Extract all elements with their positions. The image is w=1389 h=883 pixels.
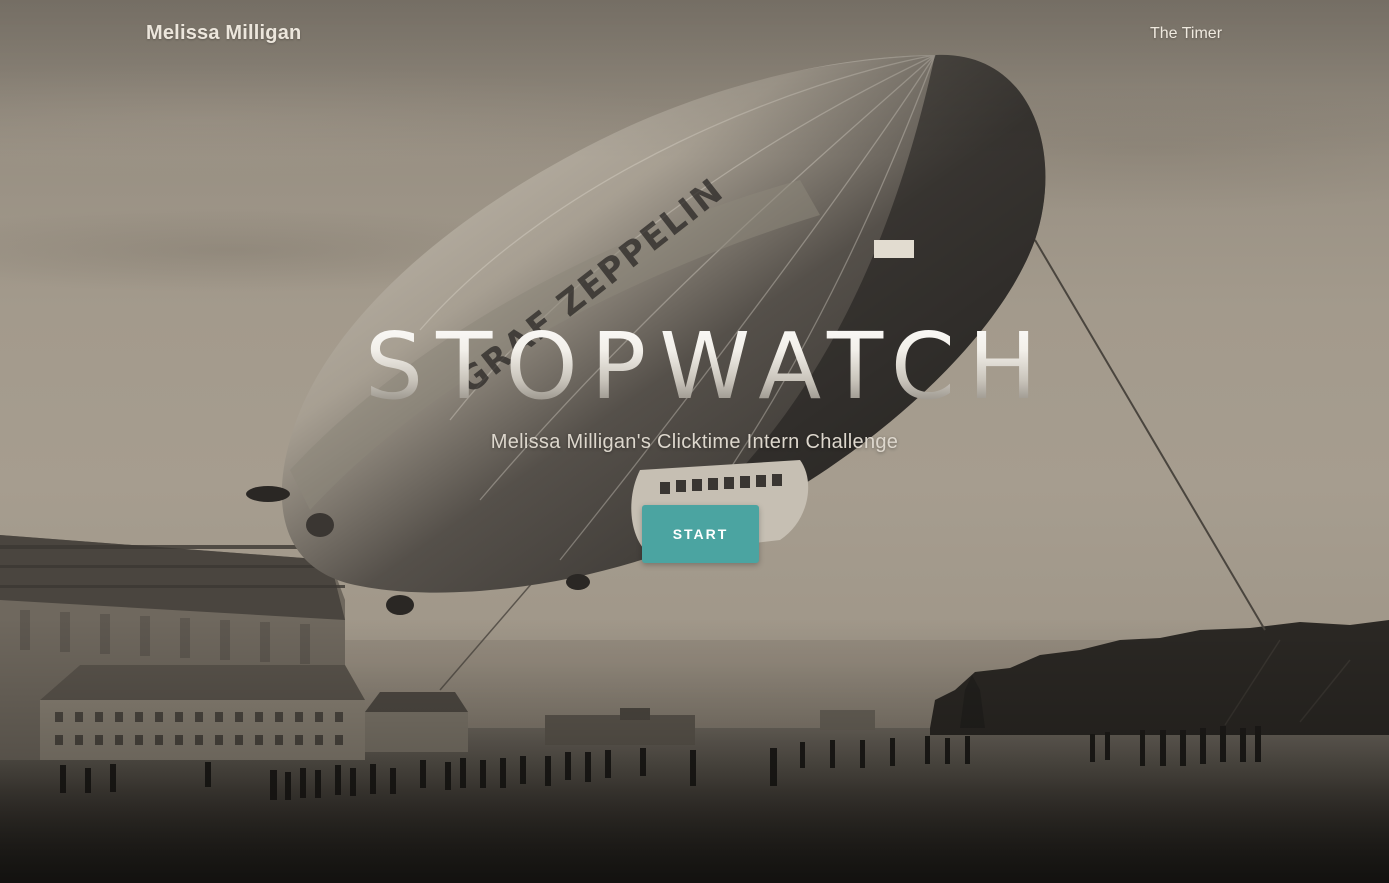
hero-section: GRAF ZEPPELIN Melissa Milligan The Timer…: [0, 0, 1389, 883]
start-button[interactable]: START: [642, 505, 759, 563]
page-subtitle: Melissa Milligan's Clicktime Intern Chal…: [490, 431, 899, 453]
page-title: STOPWATCH: [0, 312, 1389, 422]
nav-link-the-timer[interactable]: The Timer: [1150, 25, 1222, 43]
top-nav: Melissa Milligan The Timer: [0, 0, 1389, 70]
brand-link[interactable]: Melissa Milligan: [146, 22, 301, 45]
